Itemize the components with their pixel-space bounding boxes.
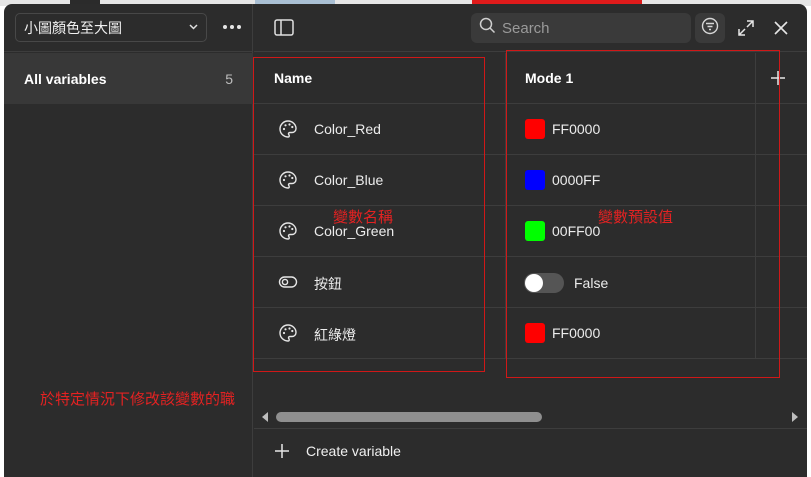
annotation-value-label: 變數預設值 bbox=[598, 209, 674, 226]
create-variable-button[interactable]: Create variable bbox=[274, 443, 401, 459]
toolbar: Search bbox=[254, 4, 807, 52]
scroll-left-arrow-icon[interactable] bbox=[262, 412, 268, 422]
more-options-button[interactable] bbox=[219, 16, 245, 38]
chevron-down-icon bbox=[189, 22, 198, 33]
all-variables-count: 5 bbox=[225, 70, 233, 87]
close-icon[interactable] bbox=[771, 18, 791, 38]
horizontal-scrollbar[interactable] bbox=[254, 408, 807, 426]
annotation-name-label: 變數名稱 bbox=[333, 209, 394, 226]
filter-icon bbox=[701, 17, 719, 40]
all-variables-label: All variables bbox=[24, 70, 107, 87]
dot-icon bbox=[223, 25, 227, 29]
search-input[interactable]: Search bbox=[471, 13, 691, 43]
filter-button[interactable] bbox=[695, 13, 725, 43]
sidebar-item-all-variables[interactable]: All variables 5 bbox=[4, 53, 253, 104]
scroll-right-arrow-icon[interactable] bbox=[792, 412, 798, 422]
create-variable-label: Create variable bbox=[306, 443, 401, 459]
annotation-note: 於特定情況下修改該變數的職 bbox=[40, 391, 236, 408]
table-footer: Create variable bbox=[254, 428, 807, 477]
collection-name: 小圖顏色至大圖 bbox=[24, 19, 122, 36]
sidebar-toggle-icon[interactable] bbox=[274, 19, 294, 36]
search-placeholder: Search bbox=[502, 19, 550, 37]
plus-icon bbox=[274, 443, 290, 459]
dot-icon bbox=[237, 25, 241, 29]
dot-icon bbox=[230, 25, 234, 29]
expand-icon[interactable] bbox=[736, 18, 756, 38]
scrollbar-thumb[interactable] bbox=[276, 412, 542, 422]
search-icon bbox=[479, 17, 496, 39]
sidebar-header: 小圖顏色至大圖 bbox=[4, 4, 253, 52]
collection-dropdown[interactable]: 小圖顏色至大圖 bbox=[15, 13, 207, 42]
